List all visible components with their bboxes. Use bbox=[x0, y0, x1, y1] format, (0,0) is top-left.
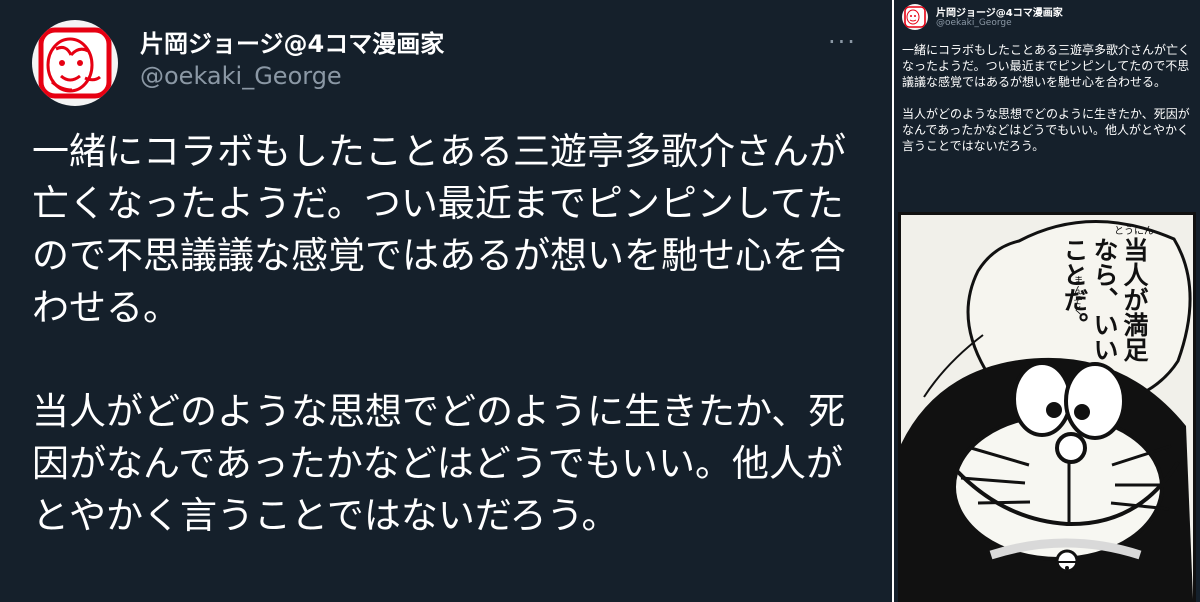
comic-speech-text: 当人が満足なら、いいことだ。 bbox=[1060, 237, 1149, 362]
preview-paragraph-1: 一緒にコラボもしたことある三遊亭多歌介さんが亡くなったようだ。つい最近までピンピ… bbox=[902, 43, 1191, 89]
comic-ruby-top: とうにん bbox=[1114, 226, 1154, 237]
username-handle[interactable]: @oekaki_George bbox=[140, 62, 342, 90]
more-options-button[interactable]: ··· bbox=[828, 28, 857, 56]
comic-illustration-icon bbox=[901, 220, 1193, 599]
preview-avatar[interactable] bbox=[902, 4, 928, 30]
preview-tweet-text: 一緒にコラボもしたことある三遊亭多歌介さんが亡くなったようだ。つい最近までピンピ… bbox=[902, 42, 1194, 154]
comic-panel: とうにん まんぞく 当人が満足なら、いいことだ。 bbox=[898, 212, 1196, 602]
avatar-art-icon bbox=[38, 27, 112, 99]
preview-card: 片岡ジョージ@4コマ漫画家 @oekaki_George 一緒にコラボもしたこと… bbox=[894, 0, 1200, 602]
avatar[interactable] bbox=[32, 20, 118, 106]
tweet-text: 一緒にコラボもしたことある三遊亭多歌介さんが亡くなったようだ。つい最近までピンピ… bbox=[32, 126, 872, 542]
preview-handle[interactable]: @oekaki_George bbox=[936, 18, 1012, 28]
preview-display-name[interactable]: 片岡ジョージ@4コマ漫画家 bbox=[936, 4, 1063, 19]
tweet-paragraph-2: 当人がどのような思想でどのように生きたか、死因がなんであったかなどはどうでもいい… bbox=[32, 390, 846, 537]
tweet-paragraph-1: 一緒にコラボもしたことある三遊亭多歌介さんが亡くなったようだ。つい最近までピンピ… bbox=[32, 130, 846, 329]
main-tweet-panel: 片岡ジョージ@4コマ漫画家 @oekaki_George ··· 一緒にコラボも… bbox=[0, 0, 892, 602]
preview-panel: 片岡ジョージ@4コマ漫画家 @oekaki_George 一緒にコラボもしたこと… bbox=[892, 0, 1200, 602]
display-name[interactable]: 片岡ジョージ@4コマ漫画家 bbox=[140, 24, 444, 59]
preview-paragraph-2: 当人がどのような思想でどのように生きたか、死因がなんであったかなどはどうでもいい… bbox=[902, 107, 1190, 153]
preview-avatar-art-icon bbox=[904, 6, 926, 28]
